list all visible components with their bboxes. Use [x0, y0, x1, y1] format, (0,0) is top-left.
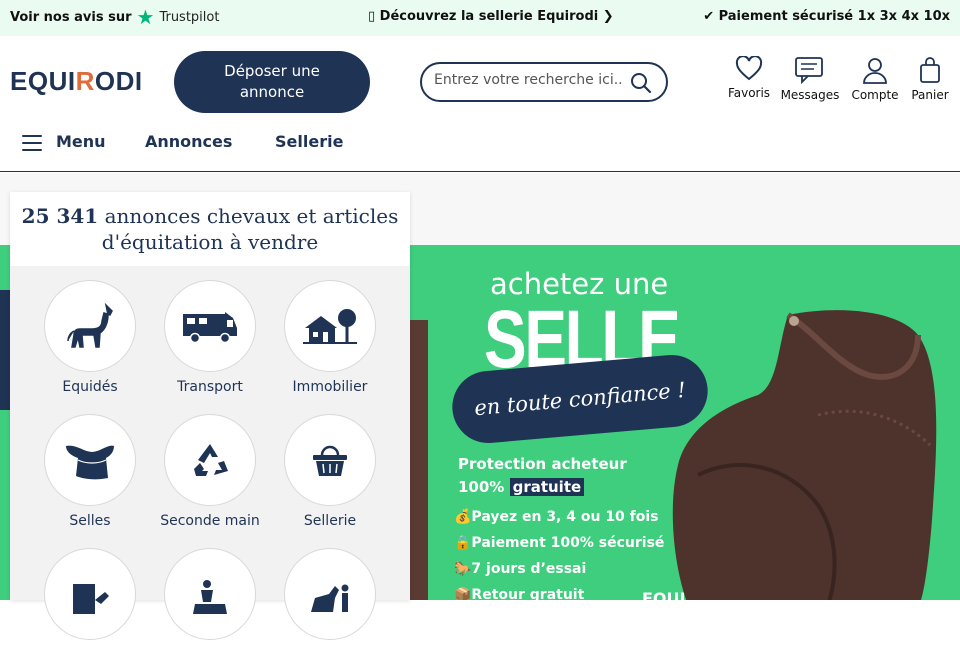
- category-immobilier[interactable]: Immobilier: [275, 280, 385, 395]
- post-ad-line2: annonce: [239, 83, 305, 101]
- panel-title-line2: d'équitation à vendre: [101, 230, 319, 254]
- nav-menu[interactable]: Menu: [56, 132, 106, 151]
- search-bar: [420, 62, 668, 102]
- cart-label: Panier: [911, 88, 949, 102]
- list-item: 💰Payez en 3, 4 ou 10 fois: [454, 509, 659, 525]
- messages-label: Messages: [780, 88, 840, 102]
- benefit-list: 💰Payez en 3, 4 ou 10 fois 🔒Paiement 100%…: [454, 509, 664, 600]
- favorites-link[interactable]: Favoris: [727, 56, 771, 100]
- bag-icon: [920, 57, 940, 83]
- buyer-protection: Protection acheteur 100% gratuite: [458, 453, 627, 499]
- truck-icon: [183, 312, 237, 344]
- protection-highlight: gratuite: [509, 478, 585, 496]
- trustpilot-star-icon: ★: [136, 5, 155, 29]
- category-sellerie[interactable]: Sellerie: [275, 414, 385, 529]
- protection-percent: 100%: [458, 478, 505, 496]
- logo-part-a: EQUI: [10, 66, 76, 96]
- secure-payment-info: ✔ Paiement sécurisé 1x 3x 4x 10x: [703, 9, 950, 24]
- nav-sellerie[interactable]: Sellerie: [275, 132, 343, 151]
- category-equides[interactable]: Equidés: [35, 280, 145, 395]
- saddle-strip-image: [410, 320, 428, 600]
- category-transport[interactable]: Transport: [155, 280, 265, 395]
- trustpilot-link[interactable]: Voir nos avis sur ★ Trustpilot: [10, 5, 220, 29]
- heart-icon: [735, 56, 763, 81]
- user-icon: [863, 58, 887, 84]
- cart-link[interactable]: Panier: [909, 56, 951, 102]
- list-item: 📦Retour gratuit: [454, 587, 585, 600]
- logo-part-o: R: [75, 66, 95, 96]
- horse-person-icon: [311, 584, 349, 612]
- saddle-image: [672, 310, 937, 600]
- category-selles[interactable]: Selles: [35, 414, 145, 529]
- search-icon[interactable]: [630, 72, 652, 98]
- search-input[interactable]: [434, 72, 624, 88]
- category-label: Selles: [69, 513, 111, 529]
- list-item: 🐎7 jours d’essai: [454, 561, 587, 577]
- favorites-label: Favoris: [727, 86, 771, 100]
- category-label: Transport: [177, 379, 243, 395]
- category-cours[interactable]: [275, 548, 385, 647]
- category-pension[interactable]: [35, 548, 145, 647]
- category-label: Sellerie: [303, 513, 357, 529]
- category-label: Immobilier: [292, 379, 368, 395]
- top-info-bar: Voir nos avis sur ★ Trustpilot ▯ Découvr…: [0, 0, 960, 36]
- categories-panel: 25 341 annonces chevaux et articles d'éq…: [10, 192, 410, 640]
- category-label: Equidés: [62, 379, 118, 395]
- menu-icon[interactable]: [22, 135, 42, 156]
- category-seconde-main[interactable]: Seconde main: [155, 414, 265, 529]
- list-item: 🔒Paiement 100% sécurisé: [454, 535, 665, 551]
- trustpilot-label: Trustpilot: [159, 9, 220, 25]
- basket-icon: [313, 445, 347, 476]
- listing-count: 25 341: [21, 204, 99, 228]
- account-link[interactable]: Compte: [849, 56, 901, 102]
- panel-title-line1: annonces chevaux et articles: [104, 204, 399, 228]
- panel-title: 25 341 annonces chevaux et articles d'éq…: [10, 192, 410, 266]
- house-icon: [303, 309, 357, 344]
- stable-icon: [73, 584, 109, 614]
- sellerie-promo-link[interactable]: ▯ Découvrez la sellerie Equirodi ❯: [368, 9, 614, 24]
- post-ad-line1: Déposer une: [224, 62, 320, 80]
- horse-icon: [67, 302, 113, 348]
- post-ad-button[interactable]: Déposer une annonce: [174, 51, 370, 113]
- account-label: Compte: [851, 88, 899, 102]
- logo-part-b: ODI: [94, 66, 143, 96]
- equirodi-logo[interactable]: EQUIRODI: [10, 66, 143, 97]
- category-services[interactable]: [155, 548, 265, 647]
- rider-icon: [193, 580, 227, 614]
- nav-annonces[interactable]: Annonces: [145, 132, 232, 151]
- saddle-icon: [66, 445, 114, 480]
- category-label: Seconde main: [160, 513, 260, 529]
- site-header: EQUIRODI Déposer une annonce Favoris Mes…: [0, 36, 960, 172]
- recycle-icon: [194, 444, 228, 476]
- reviews-prefix: Voir nos avis sur: [10, 9, 132, 25]
- chat-icon: [795, 57, 823, 84]
- protection-line1: Protection acheteur: [458, 455, 627, 473]
- messages-link[interactable]: Messages: [779, 56, 841, 102]
